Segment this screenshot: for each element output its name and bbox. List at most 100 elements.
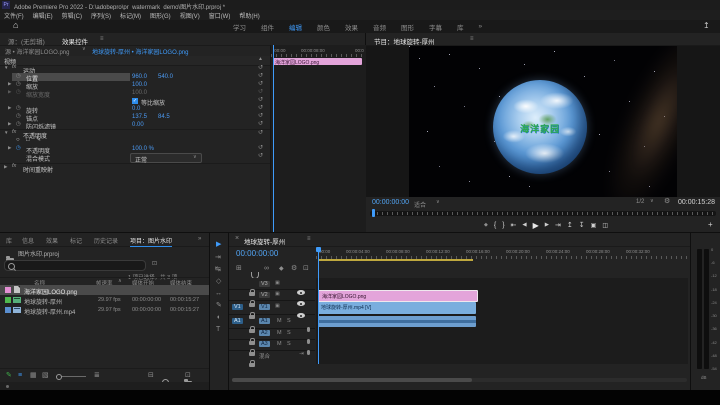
label-color-chip[interactable] — [5, 307, 11, 313]
program-timecode[interactable]: 00:00:00:00 — [372, 199, 409, 206]
workspace-overflow-icon[interactable]: » — [479, 23, 483, 30]
fx-badge-icon[interactable]: fx — [12, 163, 16, 170]
workspace-tab-graphics[interactable]: 图形 — [401, 22, 414, 32]
project-row-sequence[interactable]: 地球旋转-厚州 29.97 fps 00:00:00:00 00:00:15:2… — [0, 295, 209, 306]
reset-icon[interactable]: ↺ — [258, 153, 263, 159]
workspace-tab-captions[interactable]: 字幕 — [429, 22, 442, 32]
panel-overflow-icon[interactable]: » — [198, 236, 201, 242]
twirl-closed-icon[interactable]: ▶ — [8, 121, 11, 127]
workspace-tab-editing[interactable]: 编辑 — [289, 22, 302, 32]
scrollbar-thumb[interactable] — [232, 378, 472, 382]
twirl-closed-icon[interactable]: ▶ — [8, 145, 11, 151]
track-header-v3[interactable]: V3 ▣ — [229, 279, 315, 296]
automate-to-sequence-icon[interactable]: ⊟ — [148, 372, 154, 379]
workspace-tab-audio[interactable]: 音频 — [373, 22, 386, 32]
program-scrubber[interactable] — [370, 209, 716, 217]
lift-icon[interactable]: ↥ — [567, 222, 573, 229]
button-editor-icon[interactable]: + — [708, 221, 713, 229]
menu-clip[interactable]: 剪辑(C) — [62, 11, 82, 20]
go-to-in-icon[interactable]: ⇤ — [511, 222, 517, 229]
ellipse-mask-icon[interactable]: ○ — [16, 137, 20, 143]
ec-playhead[interactable] — [273, 45, 274, 232]
ec-position-x[interactable]: 960.0 — [132, 74, 147, 80]
project-row-video[interactable]: 地球旋转-厚州.mp4 29.97 fps 00:00:00:00 00:00:… — [0, 305, 209, 316]
monitor-settings-icon[interactable]: ⚙ — [664, 198, 670, 205]
solo-button[interactable]: S — [287, 330, 291, 336]
freeform-view-icon[interactable]: ▧ — [42, 372, 49, 379]
work-area-bar[interactable] — [318, 259, 473, 261]
fx-badge-icon[interactable]: fx — [12, 64, 16, 71]
ec-scale-value[interactable]: 100.0 — [132, 82, 147, 88]
sort-icon[interactable]: ≣ — [94, 372, 100, 379]
clip-v1-video[interactable]: 地球旋转-厚州.mp4 [V] — [318, 302, 476, 314]
clip-a1-audio[interactable] — [318, 316, 476, 327]
stopwatch-icon[interactable]: ◷ — [16, 105, 21, 112]
twirl-closed-icon[interactable]: ▶ — [4, 164, 7, 170]
panel-menu-icon[interactable]: ≡ — [100, 36, 104, 42]
ec-time-remap-label[interactable]: 时间重映射 — [23, 165, 53, 174]
track-header-a1[interactable]: A1 A1 M S — [229, 315, 315, 333]
project-bin-name[interactable]: 图片水印.prproj — [18, 249, 59, 258]
stopwatch-icon[interactable]: ◷ — [16, 113, 21, 120]
mute-button[interactable]: M — [277, 318, 282, 324]
playback-resolution-dropdown[interactable]: 1/2 — [636, 199, 644, 205]
twirl-closed-icon[interactable]: ▶ — [8, 105, 11, 111]
mini-clip-logo[interactable]: 海洋家园LOGO.png — [273, 58, 362, 65]
collapse-up-icon[interactable]: ▲ — [258, 57, 263, 62]
timeline-settings-icon[interactable]: ⚙ — [291, 265, 297, 272]
project-writable-icon[interactable]: ✎ — [6, 372, 12, 379]
tab-history[interactable]: 历史记录 — [94, 236, 118, 245]
insert-nest-icon[interactable]: ⊞ — [236, 265, 242, 272]
track-target-v1[interactable]: V1 — [259, 304, 270, 310]
item-name[interactable]: 地球旋转-厚州.mp4 — [24, 307, 75, 316]
label-color-chip[interactable] — [5, 297, 11, 303]
twirl-open-icon[interactable]: ▼ — [4, 65, 8, 71]
workspace-tab-color[interactable]: 颜色 — [317, 22, 330, 32]
list-view-icon[interactable]: ≡ — [18, 372, 22, 379]
play-button-icon[interactable]: ▶ — [533, 221, 539, 230]
track-target-v3[interactable]: V3 — [259, 281, 270, 287]
clip-v2-logo[interactable]: 海洋家园LOGO.png — [318, 290, 478, 302]
twirl-open-icon[interactable]: ▼ — [4, 130, 8, 136]
reset-icon[interactable]: ↺ — [258, 105, 263, 111]
add-marker-icon[interactable]: ◆ — [279, 266, 284, 272]
new-item-icon[interactable]: ⊡ — [185, 372, 191, 379]
ec-anchor-x[interactable]: 137.5 — [132, 114, 147, 120]
tab-effects[interactable]: 效果 — [46, 236, 58, 245]
workspace-tab-learning[interactable]: 学习 — [233, 22, 246, 32]
go-to-out-icon[interactable]: ⇥ — [555, 222, 561, 229]
tab-program-monitor[interactable]: 节目：地球旋转-厚州 — [374, 36, 435, 46]
source-patch-v1[interactable]: V1 — [232, 304, 243, 310]
tab-libraries[interactable]: 库 — [6, 236, 12, 245]
panel-menu-icon[interactable]: ≡ — [307, 236, 311, 242]
razor-tool-icon[interactable]: ◇ — [216, 278, 221, 285]
stopwatch-icon[interactable]: ◷ — [16, 145, 21, 152]
caption-track-icon[interactable]: ⊡ — [303, 265, 309, 272]
hand-tool-icon[interactable]: ◖ — [216, 314, 220, 321]
fx-badge-icon[interactable]: fx — [12, 129, 16, 136]
track-target-v2[interactable]: V2 — [259, 292, 270, 298]
tab-timeline-sequence[interactable]: 地球旋转-厚州 — [244, 236, 285, 246]
fit-dropdown[interactable]: 适合 ∨ — [412, 198, 446, 210]
mark-in-icon[interactable]: { — [494, 222, 496, 229]
step-forward-icon[interactable]: ▶ — [545, 222, 549, 229]
reset-icon[interactable]: ↺ — [258, 73, 263, 79]
program-playhead[interactable] — [372, 209, 375, 217]
pen-mask-icon[interactable]: ✎ — [36, 137, 41, 143]
solo-button[interactable]: S — [287, 341, 291, 347]
tab-markers[interactable]: 标记 — [70, 236, 82, 245]
menu-markers[interactable]: 标记(M) — [120, 11, 141, 20]
menu-file[interactable]: 文件(F) — [4, 11, 24, 20]
quick-export-icon[interactable]: ↥ — [703, 22, 710, 30]
chevron-down-icon[interactable]: ∨ — [82, 47, 86, 52]
uniform-scale-checkbox[interactable]: ✓ — [132, 98, 138, 104]
stopwatch-icon[interactable]: ◷ — [16, 73, 21, 80]
ec-master-clip[interactable]: 源 • 海洋家园LOGO.png — [5, 47, 69, 56]
sync-lock-icon[interactable]: ▣ — [275, 304, 280, 309]
sort-ascending-icon[interactable]: ∧ — [118, 279, 122, 284]
selection-tool-icon[interactable]: ▶ — [216, 241, 221, 248]
comparison-view-icon[interactable]: ◫ — [602, 223, 608, 229]
home-icon[interactable]: ⌂ — [13, 21, 18, 30]
ec-rotation-value[interactable]: 0.0 — [132, 106, 140, 112]
tab-info[interactable]: 信息 — [22, 236, 34, 245]
